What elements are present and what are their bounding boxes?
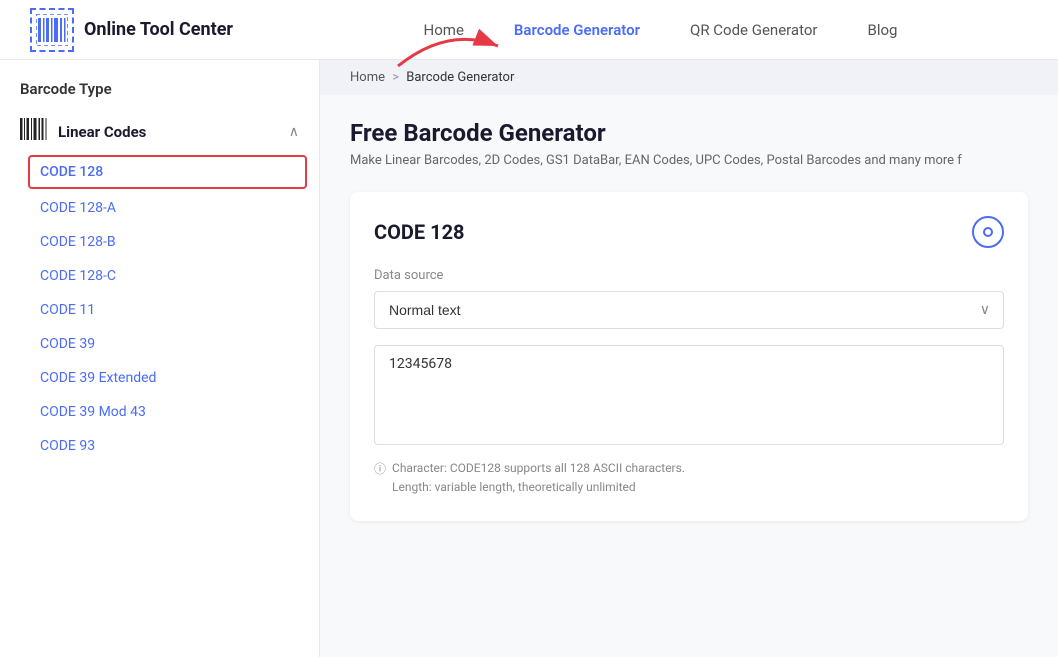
- sidebar-item-code128c[interactable]: CODE 128-C: [0, 259, 319, 293]
- sidebar-item-code11[interactable]: CODE 11: [0, 293, 319, 327]
- nav-qr-code[interactable]: QR Code Generator: [690, 21, 818, 39]
- info-line2: Length: variable length, theoretically u…: [392, 480, 636, 494]
- linear-codes-label: Linear Codes: [58, 123, 146, 141]
- layout: Barcode Type Linear Codes: [0, 60, 1058, 657]
- breadcrumb-current: Barcode Generator: [406, 70, 514, 85]
- breadcrumb-separator: >: [392, 70, 399, 85]
- barcode-card: CODE 128 Data source Normal text Hex Bas…: [350, 192, 1028, 521]
- nav-home[interactable]: Home: [424, 21, 464, 39]
- main-content: Home > Barcode Generator Free Barcode Ge…: [320, 60, 1058, 657]
- sidebar-item-code39mod43[interactable]: CODE 39 Mod 43: [0, 395, 319, 429]
- info-line1: Character: CODE128 supports all 128 ASCI…: [392, 461, 685, 475]
- data-source-select-wrapper: Normal text Hex Base64 ∨: [374, 291, 1004, 329]
- group-header-left: Linear Codes: [20, 118, 146, 145]
- sidebar-item-code128a[interactable]: CODE 128-A: [0, 191, 319, 225]
- page-title: Free Barcode Generator: [350, 119, 1028, 147]
- breadcrumb: Home > Barcode Generator: [320, 60, 1058, 95]
- card-header: CODE 128: [374, 216, 1004, 248]
- sidebar-section-title: Barcode Type: [0, 80, 319, 110]
- sidebar-item-code39ext[interactable]: CODE 39 Extended: [0, 361, 319, 395]
- page-subtitle: Make Linear Barcodes, 2D Codes, GS1 Data…: [350, 153, 1028, 168]
- info-icon: ⓘ: [374, 460, 386, 477]
- logo-icon: [30, 8, 74, 52]
- sidebar-item-code93[interactable]: CODE 93: [0, 429, 319, 463]
- sidebar-item-code128b[interactable]: CODE 128-B: [0, 225, 319, 259]
- sidebar-item-code39[interactable]: CODE 39: [0, 327, 319, 361]
- nav: Home Barcode Generator QR Code Generator…: [293, 21, 1028, 39]
- content-area: Free Barcode Generator Make Linear Barco…: [320, 95, 1058, 545]
- settings-icon[interactable]: [972, 216, 1004, 248]
- nav-blog[interactable]: Blog: [868, 21, 898, 39]
- sidebar-group-linear-codes[interactable]: Linear Codes ∧: [0, 110, 319, 153]
- barcode-data-textarea[interactable]: 12345678: [374, 345, 1004, 445]
- nav-barcode-generator[interactable]: Barcode Generator: [514, 21, 640, 39]
- card-title: CODE 128: [374, 220, 465, 244]
- chevron-up-icon: ∧: [289, 124, 299, 140]
- sidebar-item-code128[interactable]: CODE 128: [28, 155, 307, 189]
- logo-area: Online Tool Center: [30, 8, 233, 52]
- data-source-select[interactable]: Normal text Hex Base64: [374, 291, 1004, 329]
- data-source-label: Data source: [374, 268, 1004, 283]
- header: Online Tool Center Home Barcode Generato…: [0, 0, 1058, 60]
- sidebar: Barcode Type Linear Codes: [0, 60, 320, 657]
- logo-text: Online Tool Center: [84, 19, 233, 40]
- info-text: ⓘ Character: CODE128 supports all 128 AS…: [374, 459, 1004, 497]
- barcode-icon: [20, 118, 48, 145]
- info-lines: Character: CODE128 supports all 128 ASCI…: [392, 459, 685, 497]
- settings-circle-inner: [983, 227, 993, 237]
- breadcrumb-home[interactable]: Home: [350, 70, 385, 85]
